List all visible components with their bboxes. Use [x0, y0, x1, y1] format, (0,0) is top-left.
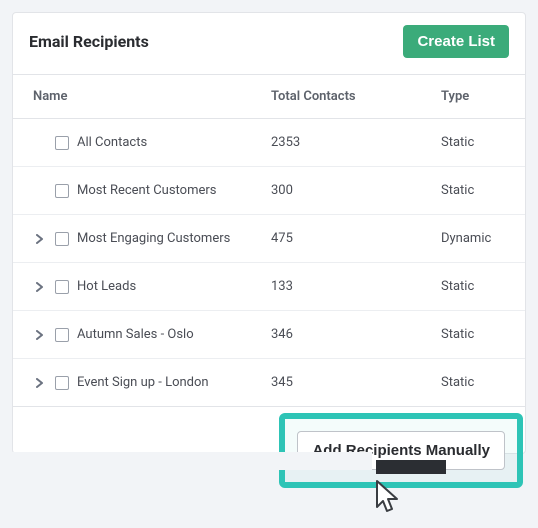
panel-footer: Add Recipients Manually [13, 407, 525, 453]
column-header-contacts[interactable]: Total Contacts [263, 75, 433, 119]
row-name: Most Recent Customers [77, 183, 217, 198]
chevron-right-icon[interactable] [36, 282, 44, 292]
recipients-table: Name Total Contacts Type All Contacts 235… [13, 74, 525, 407]
row-type: Static [433, 263, 525, 311]
row-checkbox[interactable] [55, 280, 69, 294]
chevron-right-icon[interactable] [36, 330, 44, 340]
row-type: Static [433, 359, 525, 407]
row-name: Hot Leads [77, 279, 136, 294]
row-name: Most Engaging Customers [77, 231, 230, 246]
row-checkbox[interactable] [55, 328, 69, 342]
row-contacts: 475 [263, 215, 433, 263]
row-name: Autumn Sales - Oslo [77, 327, 194, 342]
row-name: All Contacts [77, 135, 147, 150]
highlight-frame: Add Recipients Manually [279, 413, 523, 488]
row-type: Static [433, 119, 525, 167]
row-contacts: 133 [263, 263, 433, 311]
table-row[interactable]: All Contacts 2353Static [13, 119, 525, 167]
row-contacts: 345 [263, 359, 433, 407]
row-name: Event Sign up - London [77, 375, 209, 390]
row-type: Static [433, 311, 525, 359]
create-list-button[interactable]: Create List [403, 25, 509, 58]
panel-header: Email Recipients Create List [13, 13, 525, 74]
row-checkbox[interactable] [55, 136, 69, 150]
row-contacts: 346 [263, 311, 433, 359]
row-checkbox[interactable] [55, 376, 69, 390]
cursor-icon [373, 479, 405, 521]
panel-title: Email Recipients [29, 32, 149, 51]
column-header-name[interactable]: Name [13, 75, 263, 119]
table-row[interactable]: Hot Leads 133Static [13, 263, 525, 311]
dark-block [376, 460, 446, 474]
chevron-right-icon[interactable] [36, 378, 44, 388]
table-row[interactable]: Autumn Sales - Oslo 346Static [13, 311, 525, 359]
table-header-row: Name Total Contacts Type [13, 75, 525, 119]
table-row[interactable]: Event Sign up - London 345Static [13, 359, 525, 407]
row-type: Static [433, 167, 525, 215]
column-header-type[interactable]: Type [433, 75, 525, 119]
chevron-right-icon[interactable] [36, 234, 44, 244]
email-recipients-panel: Email Recipients Create List Name Total … [12, 12, 526, 454]
bottom-strip [12, 452, 526, 470]
row-type: Dynamic [433, 215, 525, 263]
row-checkbox[interactable] [55, 232, 69, 246]
row-contacts: 300 [263, 167, 433, 215]
row-checkbox[interactable] [55, 184, 69, 198]
table-row[interactable]: Most Recent Customers 300Static [13, 167, 525, 215]
row-contacts: 2353 [263, 119, 433, 167]
table-row[interactable]: Most Engaging Customers 475Dynamic [13, 215, 525, 263]
